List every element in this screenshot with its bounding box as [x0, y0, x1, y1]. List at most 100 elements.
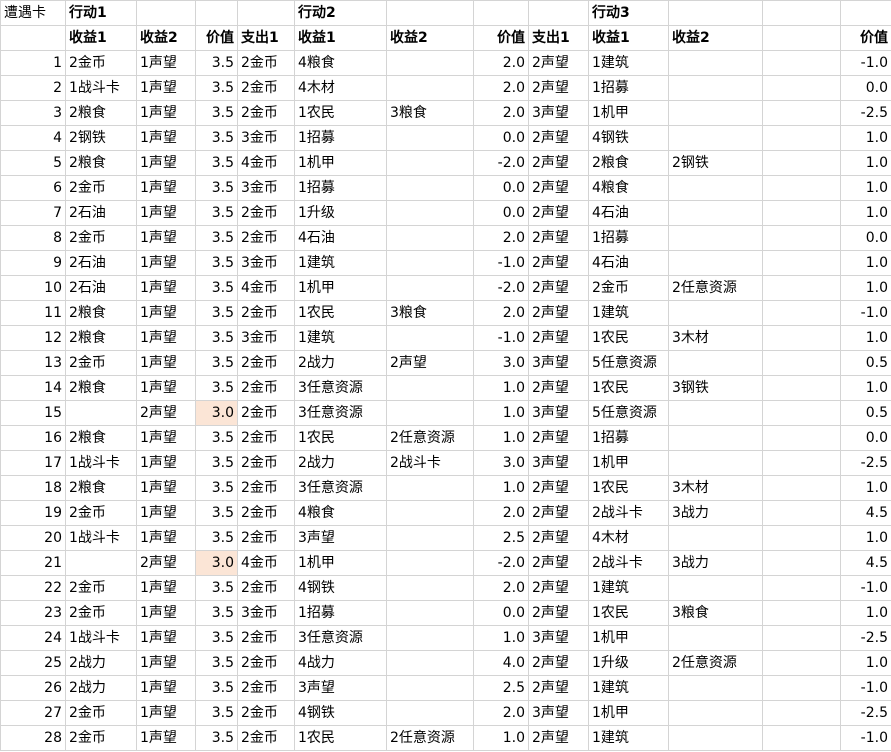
- table-cell[interactable]: 2粮食: [588, 150, 669, 176]
- table-cell[interactable]: 1农民: [294, 100, 387, 126]
- table-cell[interactable]: 1机甲: [294, 150, 387, 176]
- table-cell[interactable]: 1农民: [588, 600, 669, 626]
- table-cell[interactable]: 1招募: [588, 425, 669, 451]
- table-cell[interactable]: [762, 50, 841, 76]
- table-cell[interactable]: 2声望: [528, 675, 589, 701]
- table-cell[interactable]: 2声望: [528, 475, 589, 501]
- table-cell[interactable]: [762, 450, 841, 476]
- table-cell[interactable]: 1声望: [136, 150, 196, 176]
- table-cell[interactable]: 2金币: [237, 650, 295, 676]
- table-cell[interactable]: -1.0: [473, 250, 529, 276]
- table-cell[interactable]: 2声望: [528, 425, 589, 451]
- table-cell[interactable]: 3钢铁: [668, 375, 763, 401]
- table-cell[interactable]: 2粮食: [65, 150, 137, 176]
- table-cell[interactable]: 2金币: [237, 575, 295, 601]
- table-cell[interactable]: 2金币: [237, 225, 295, 251]
- table-cell[interactable]: 2战力: [65, 675, 137, 701]
- table-cell[interactable]: [668, 100, 763, 126]
- header-cell[interactable]: [528, 0, 589, 26]
- table-cell[interactable]: 2战力: [65, 650, 137, 676]
- table-cell[interactable]: 1声望: [136, 575, 196, 601]
- table-cell[interactable]: 1声望: [136, 50, 196, 76]
- table-cell[interactable]: [668, 425, 763, 451]
- table-cell[interactable]: 1声望: [136, 725, 196, 751]
- table-cell[interactable]: 22: [0, 575, 66, 601]
- table-cell[interactable]: 1机甲: [294, 550, 387, 576]
- table-cell[interactable]: 0.0: [473, 600, 529, 626]
- table-cell[interactable]: 4石油: [294, 225, 387, 251]
- table-cell[interactable]: 2金币: [237, 450, 295, 476]
- table-cell[interactable]: [762, 100, 841, 126]
- table-cell[interactable]: 2声望: [528, 725, 589, 751]
- table-cell[interactable]: 1建筑: [294, 250, 387, 276]
- table-cell[interactable]: 1招募: [588, 225, 669, 251]
- table-cell[interactable]: 2任意资源: [386, 425, 474, 451]
- table-cell[interactable]: 4.0: [473, 650, 529, 676]
- table-cell[interactable]: 2金币: [237, 300, 295, 326]
- table-cell[interactable]: 1.0: [473, 400, 529, 426]
- table-cell[interactable]: 2金币: [237, 50, 295, 76]
- header-cell[interactable]: 收益1: [294, 25, 387, 51]
- table-cell[interactable]: 3任意资源: [294, 375, 387, 401]
- table-cell[interactable]: 1建筑: [588, 575, 669, 601]
- table-cell[interactable]: 1升级: [294, 200, 387, 226]
- table-cell[interactable]: [762, 375, 841, 401]
- table-cell[interactable]: 2声望: [528, 525, 589, 551]
- table-cell[interactable]: 1建筑: [588, 50, 669, 76]
- table-cell[interactable]: 3.5: [195, 250, 238, 276]
- table-cell[interactable]: 1.0: [473, 425, 529, 451]
- table-cell[interactable]: 9: [0, 250, 66, 276]
- table-cell[interactable]: 4木材: [588, 525, 669, 551]
- header-cell[interactable]: [762, 25, 841, 51]
- table-cell[interactable]: [386, 150, 474, 176]
- table-cell[interactable]: 2声望: [528, 275, 589, 301]
- table-cell[interactable]: 3粮食: [386, 300, 474, 326]
- table-cell[interactable]: 1声望: [136, 375, 196, 401]
- header-cell[interactable]: [473, 0, 529, 26]
- table-cell[interactable]: [386, 400, 474, 426]
- table-cell[interactable]: 2粮食: [65, 375, 137, 401]
- header-cell[interactable]: 收益1: [65, 25, 137, 51]
- table-cell[interactable]: 2粮食: [65, 475, 137, 501]
- table-cell[interactable]: [668, 725, 763, 751]
- table-cell[interactable]: [762, 400, 841, 426]
- table-cell[interactable]: [386, 575, 474, 601]
- table-cell[interactable]: [386, 200, 474, 226]
- table-cell[interactable]: 1.0: [840, 525, 891, 551]
- table-cell[interactable]: 0.0: [473, 200, 529, 226]
- table-cell[interactable]: 2金币: [65, 175, 137, 201]
- table-cell[interactable]: [762, 250, 841, 276]
- table-cell[interactable]: 4粮食: [588, 175, 669, 201]
- table-cell[interactable]: 2金币: [65, 600, 137, 626]
- table-cell[interactable]: 1.0: [473, 725, 529, 751]
- table-cell[interactable]: [668, 300, 763, 326]
- table-cell[interactable]: 3.5: [195, 200, 238, 226]
- table-cell[interactable]: 3金币: [237, 125, 295, 151]
- table-cell[interactable]: 0.0: [840, 425, 891, 451]
- table-cell[interactable]: 4战力: [294, 650, 387, 676]
- table-cell[interactable]: -2.5: [840, 100, 891, 126]
- table-cell[interactable]: [762, 125, 841, 151]
- table-cell[interactable]: 3金币: [237, 175, 295, 201]
- table-cell[interactable]: 3.5: [195, 575, 238, 601]
- table-cell[interactable]: 2金币: [65, 700, 137, 726]
- table-cell[interactable]: 3任意资源: [294, 625, 387, 651]
- table-cell[interactable]: 4钢铁: [588, 125, 669, 151]
- header-cell[interactable]: [195, 0, 238, 26]
- table-cell[interactable]: [386, 625, 474, 651]
- table-cell[interactable]: 1声望: [136, 350, 196, 376]
- table-cell[interactable]: [668, 450, 763, 476]
- table-cell[interactable]: 1声望: [136, 525, 196, 551]
- table-cell[interactable]: 3.5: [195, 625, 238, 651]
- table-cell[interactable]: 2声望: [528, 250, 589, 276]
- table-cell[interactable]: 3.5: [195, 725, 238, 751]
- table-cell[interactable]: 0.0: [840, 225, 891, 251]
- table-cell[interactable]: [668, 625, 763, 651]
- table-cell[interactable]: 2战力: [294, 450, 387, 476]
- table-cell[interactable]: [762, 325, 841, 351]
- table-cell[interactable]: [668, 75, 763, 101]
- table-cell[interactable]: 4石油: [588, 200, 669, 226]
- table-cell[interactable]: 2.0: [473, 75, 529, 101]
- table-cell[interactable]: [386, 550, 474, 576]
- table-cell[interactable]: [762, 650, 841, 676]
